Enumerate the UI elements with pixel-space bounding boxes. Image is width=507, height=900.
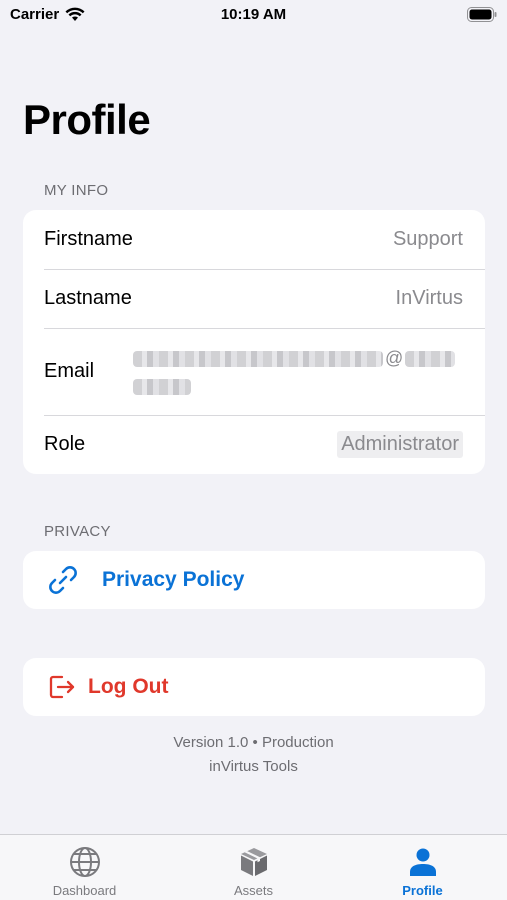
- privacy-card: Privacy Policy: [23, 551, 485, 609]
- version-text: Version 1.0 • Production: [173, 734, 334, 751]
- lastname-value: InVirtus: [395, 287, 463, 309]
- email-at-sign: @: [385, 348, 404, 368]
- privacy-policy-link[interactable]: Privacy Policy: [23, 551, 485, 609]
- lastname-row: Lastname InVirtus: [23, 269, 485, 328]
- page-title: Profile: [23, 96, 151, 143]
- logout-icon: [49, 675, 75, 699]
- email-row: Email @: [23, 328, 485, 415]
- email-value-redacted: @: [133, 348, 463, 395]
- logout-button[interactable]: Log Out: [23, 658, 485, 716]
- tab-bar: Dashboard Assets Profile: [0, 834, 507, 900]
- globe-icon: [69, 847, 100, 877]
- logout-label: Log Out: [88, 675, 169, 698]
- battery-icon: [467, 7, 497, 26]
- role-label: Role: [44, 433, 86, 455]
- link-icon: [49, 566, 77, 594]
- logout-card: Log Out: [23, 658, 485, 716]
- person-icon: [409, 848, 436, 876]
- my-info-header: MY INFO: [44, 182, 109, 199]
- tab-dashboard[interactable]: Dashboard: [0, 835, 169, 900]
- status-bar: Carrier 10:19 AM: [0, 0, 507, 30]
- app-name: inVirtus Tools: [209, 758, 298, 775]
- tab-assets-label: Assets: [233, 883, 273, 898]
- privacy-policy-label: Privacy Policy: [102, 568, 245, 591]
- firstname-value: Support: [392, 228, 463, 250]
- tab-profile-label: Profile: [402, 883, 443, 898]
- firstname-label: Firstname: [44, 228, 133, 250]
- tab-assets[interactable]: Assets: [169, 835, 338, 900]
- lastname-label: Lastname: [44, 287, 132, 309]
- role-row: Role Administrator: [23, 415, 485, 474]
- tab-profile[interactable]: Profile: [338, 835, 507, 900]
- my-info-card: Firstname Support Lastname InVirtus Emai…: [23, 210, 485, 474]
- tab-dashboard-label: Dashboard: [52, 883, 117, 898]
- box-icon: [240, 848, 267, 876]
- privacy-header: PRIVACY: [44, 523, 111, 540]
- role-value: Administrator: [337, 431, 463, 458]
- version-info: Version 1.0 • Production inVirtus Tools: [0, 731, 507, 779]
- firstname-row: Firstname Support: [23, 210, 485, 269]
- clock: 10:19 AM: [220, 6, 287, 23]
- email-label: Email: [44, 360, 95, 382]
